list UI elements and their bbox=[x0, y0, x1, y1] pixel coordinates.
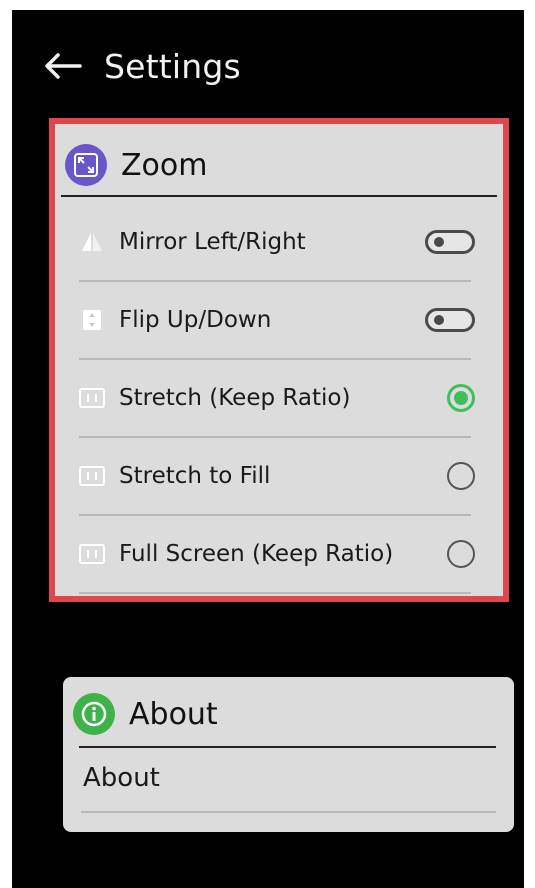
zoom-section-header: Zoom bbox=[65, 144, 207, 186]
mirror-icon bbox=[79, 229, 105, 255]
aspect-icon bbox=[79, 541, 105, 567]
about-section-header: About bbox=[73, 693, 218, 735]
divider bbox=[61, 195, 497, 197]
stretch-to-fill-label: Stretch to Fill bbox=[119, 463, 271, 489]
flip-up-down-row[interactable]: Flip Up/Down bbox=[79, 282, 475, 358]
app-screen: Settings Zoom Mirror Left/Right Flip Up/… bbox=[12, 10, 524, 888]
stretch-to-fill-radio[interactable] bbox=[447, 462, 475, 490]
mirror-left-right-label: Mirror Left/Right bbox=[119, 229, 306, 255]
row-divider bbox=[79, 592, 471, 594]
full-screen-keep-ratio-label: Full Screen (Keep Ratio) bbox=[119, 541, 394, 567]
divider bbox=[79, 746, 496, 748]
mirror-left-right-row[interactable]: Mirror Left/Right bbox=[79, 204, 475, 280]
aspect-icon bbox=[79, 385, 105, 411]
flip-up-down-toggle[interactable] bbox=[425, 308, 475, 332]
aspect-icon bbox=[79, 463, 105, 489]
mirror-left-right-toggle[interactable] bbox=[425, 230, 475, 254]
flip-icon bbox=[79, 307, 105, 333]
about-section-title: About bbox=[129, 696, 218, 732]
info-icon bbox=[73, 693, 115, 735]
stretch-keep-ratio-label: Stretch (Keep Ratio) bbox=[119, 385, 351, 411]
stretch-keep-ratio-row[interactable]: Stretch (Keep Ratio) bbox=[79, 360, 475, 436]
about-section: About About bbox=[63, 677, 514, 832]
row-divider bbox=[81, 811, 496, 813]
expand-icon bbox=[65, 144, 107, 186]
stretch-keep-ratio-radio[interactable] bbox=[447, 384, 475, 412]
zoom-section: Zoom Mirror Left/Right Flip Up/Down Stre… bbox=[49, 118, 509, 602]
page-title: Settings bbox=[104, 46, 241, 86]
flip-up-down-label: Flip Up/Down bbox=[119, 307, 272, 333]
top-bar: Settings bbox=[44, 44, 241, 88]
zoom-section-title: Zoom bbox=[121, 147, 208, 183]
about-menu-item[interactable]: About bbox=[83, 763, 160, 793]
full-screen-keep-ratio-radio[interactable] bbox=[447, 540, 475, 568]
stretch-to-fill-row[interactable]: Stretch to Fill bbox=[79, 438, 475, 514]
arrow-left-icon[interactable] bbox=[44, 53, 82, 79]
full-screen-keep-ratio-row[interactable]: Full Screen (Keep Ratio) bbox=[79, 516, 475, 592]
